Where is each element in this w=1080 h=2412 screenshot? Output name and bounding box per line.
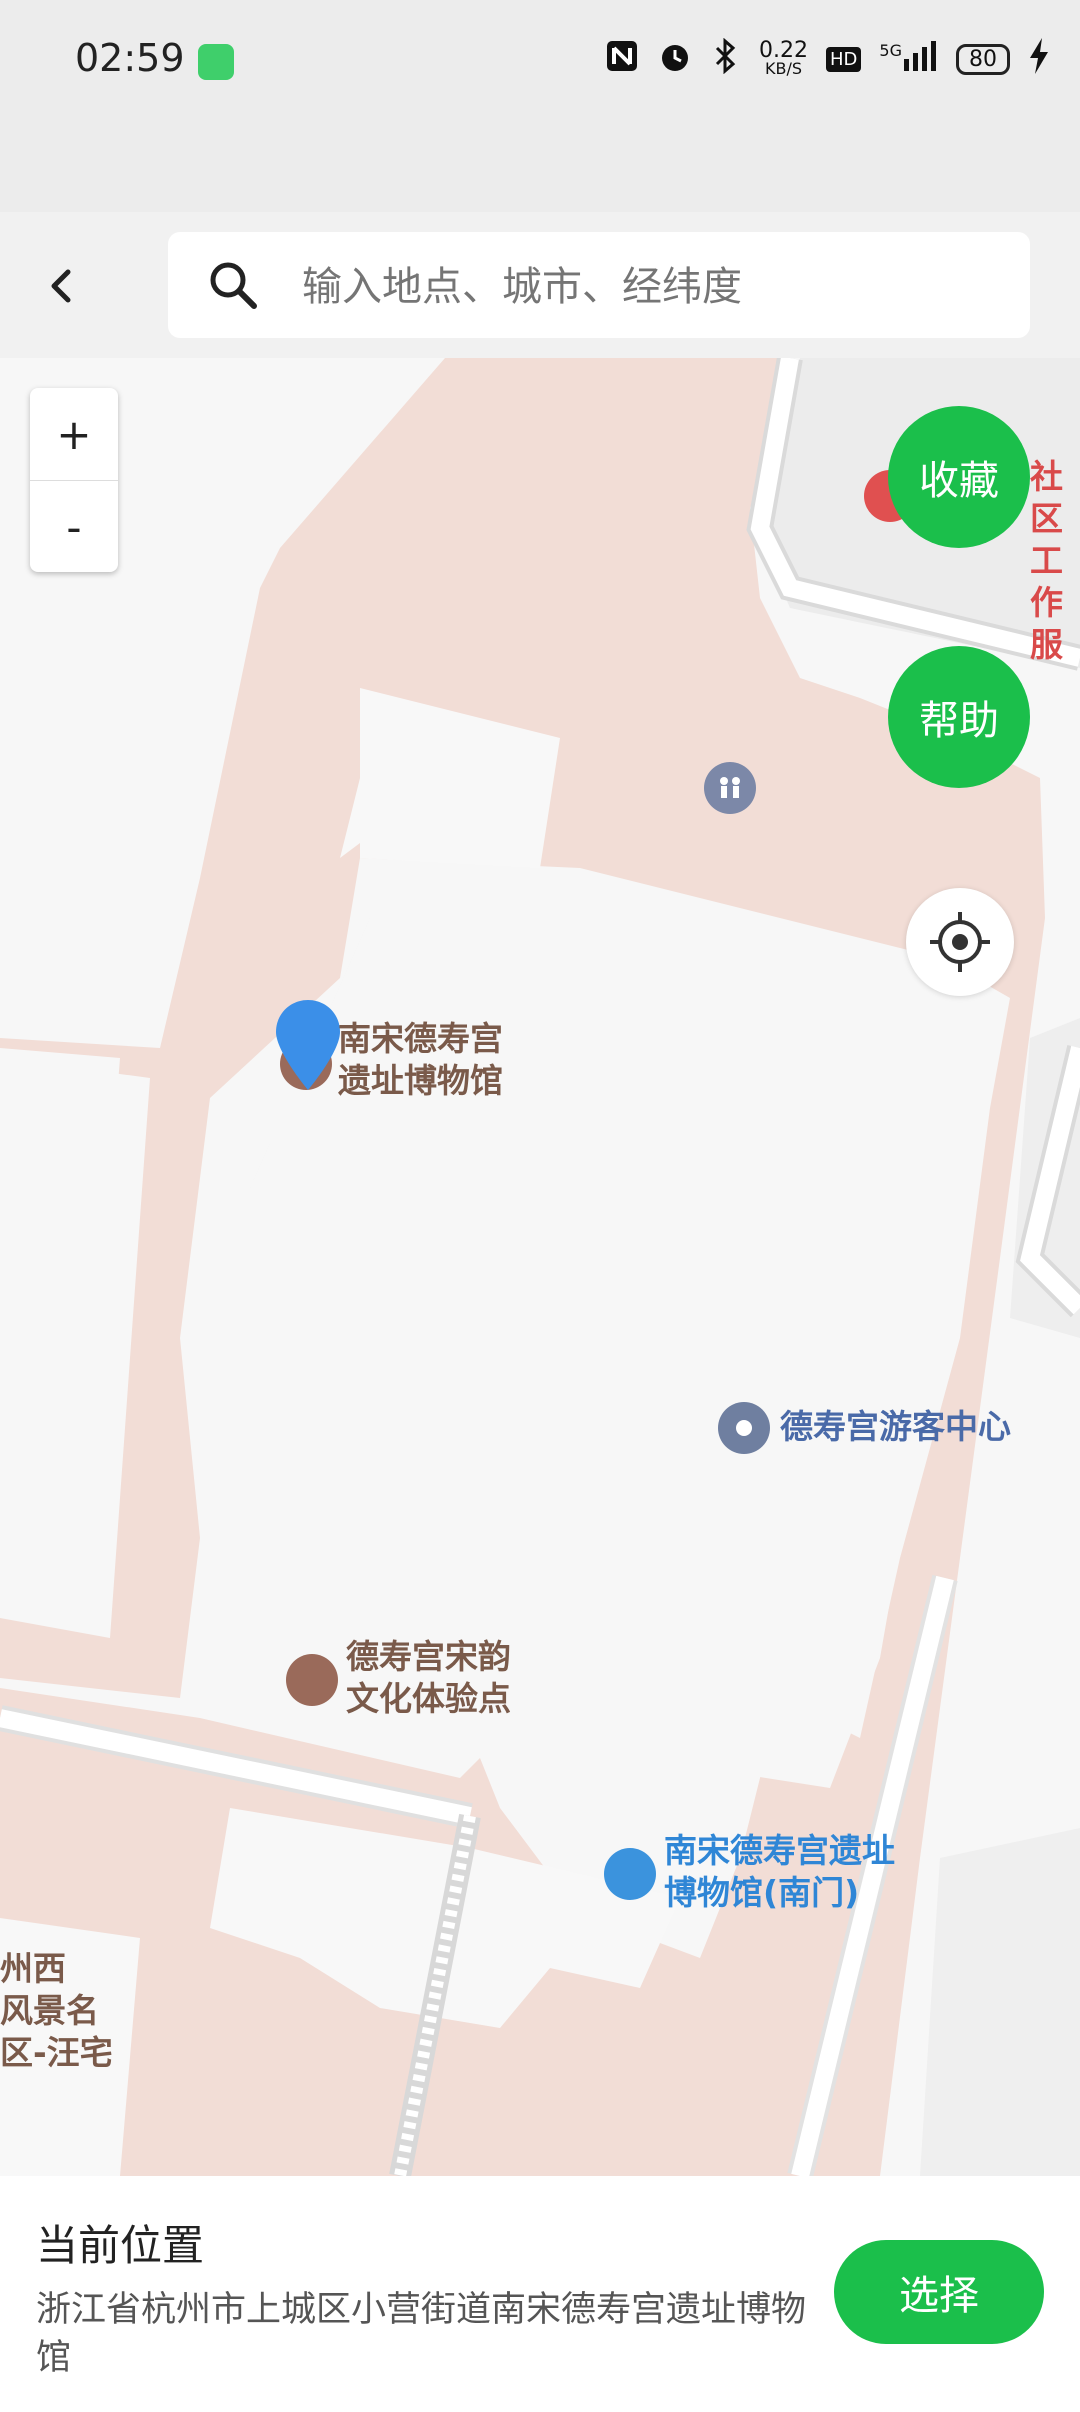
culture-point-icon[interactable] <box>286 1654 338 1706</box>
zoom-control: + - <box>30 388 118 572</box>
map-view[interactable]: 社区 工作服 南宋德寿宫 遗址博物馆 德寿宫游客中心 德寿宫宋韵 文化体验点 南… <box>0 358 1080 2176</box>
current-location-title: 当前位置 <box>36 2221 205 2270</box>
south-gate-icon[interactable] <box>604 1848 656 1900</box>
search-icon <box>210 262 257 309</box>
hd-icon: HD <box>826 47 862 72</box>
scenic-area-label: 州西 风景名 区-汪宅 <box>0 1949 113 2072</box>
alarm-icon <box>657 38 693 81</box>
top-spacer <box>0 120 1080 213</box>
visitor-center-icon[interactable] <box>718 1402 770 1454</box>
search-bar <box>0 212 1080 358</box>
map-canvas <box>0 358 1080 2176</box>
search-box[interactable] <box>168 232 1030 338</box>
signal-icon <box>904 41 938 78</box>
net-speed: 0.22 KB/S <box>759 37 809 78</box>
net-speed-unit: KB/S <box>765 58 803 78</box>
zoom-out-button[interactable]: - <box>30 480 118 573</box>
current-address: 浙江省杭州市上城区小营街道南宋德寿宫遗址博物馆 <box>36 2290 807 2378</box>
chevron-left-icon <box>51 269 71 303</box>
status-time: 02:59 <box>75 36 185 80</box>
museum-label: 南宋德寿宫 遗址博物馆 <box>338 1019 503 1100</box>
status-icons: 0.22 KB/S HD 5G 80 <box>605 37 1050 81</box>
zoom-in-button[interactable]: + <box>30 388 118 480</box>
culture-point-label: 德寿宫宋韵 文化体验点 <box>346 1637 511 1718</box>
locate-button[interactable] <box>906 888 1014 996</box>
charging-icon <box>1028 38 1050 81</box>
visitor-center-label: 德寿宫游客中心 <box>780 1407 1011 1446</box>
help-button[interactable]: 帮助 <box>888 646 1030 788</box>
bluetooth-icon <box>711 37 741 81</box>
bottom-panel: 当前位置 浙江省杭州市上城区小营街道南宋德寿宫遗址博物馆 选择 <box>0 2176 1080 2412</box>
south-gate-label: 南宋德寿宫遗址 博物馆(南门) <box>664 1831 895 1912</box>
back-button[interactable] <box>38 250 82 320</box>
net-speed-value: 0.22 <box>759 37 809 63</box>
crosshair-icon <box>930 912 990 972</box>
nfc-icon <box>605 39 639 80</box>
search-input[interactable] <box>300 256 994 318</box>
favorite-button[interactable]: 收藏 <box>888 406 1030 548</box>
network-type: 5G <box>879 41 902 60</box>
select-button[interactable]: 选择 <box>834 2240 1044 2344</box>
battery-saver-icon <box>198 44 234 80</box>
signal-group: 5G <box>879 41 938 78</box>
community-label: 社区 工作服 <box>1030 457 1063 664</box>
status-bar: 02:59 0.22 KB/S HD 5G 80 <box>0 0 1080 120</box>
battery-icon: 80 <box>956 44 1010 75</box>
restroom-icon[interactable] <box>704 762 756 814</box>
